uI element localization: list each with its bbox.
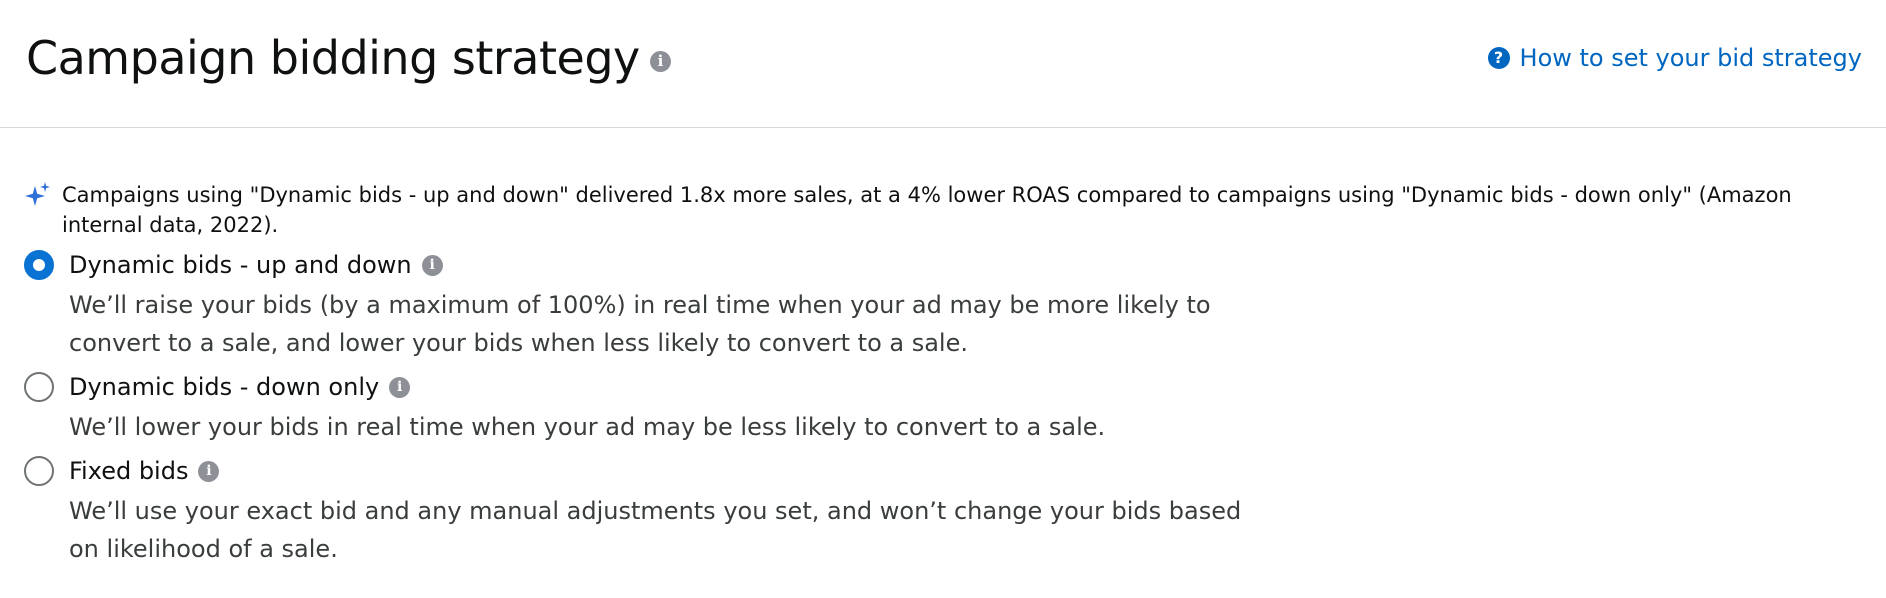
insight-text: Campaigns using "Dynamic bids - up and d… <box>62 183 1792 237</box>
radio-down-only[interactable] <box>24 372 54 402</box>
option-description-line: We’ll lower your bids in real time when … <box>69 413 1106 441</box>
option-description-line: We’ll use your exact bid and any manual … <box>69 497 1242 525</box>
info-icon[interactable]: i <box>198 460 220 482</box>
help-link-bid-strategy[interactable]: ? How to set your bid strategy <box>1487 44 1862 72</box>
help-link-label: How to set your bid strategy <box>1519 44 1862 72</box>
insight-banner: Campaigns using "Dynamic bids - up and d… <box>22 180 1862 240</box>
option-label[interactable]: Dynamic bids - up and down <box>69 250 412 280</box>
option-description-line: convert to a sale, and lower your bids w… <box>69 329 968 357</box>
info-icon[interactable]: i <box>649 50 671 72</box>
question-circle-icon: ? <box>1487 47 1510 69</box>
option-description-line: We’ll raise your bids (by a maximum of 1… <box>69 291 1211 319</box>
page-header: Campaign bidding strategy i ? How to set… <box>0 0 1886 128</box>
option-label[interactable]: Fixed bids <box>69 456 188 486</box>
option-description-line: on likelihood of a sale. <box>69 535 338 563</box>
option-description: We’ll lower your bids in real time when … <box>69 408 1269 446</box>
radio-fixed[interactable] <box>24 456 54 486</box>
option-label[interactable]: Dynamic bids - down only <box>69 372 379 402</box>
radio-up-and-down[interactable] <box>24 250 54 280</box>
info-icon[interactable]: i <box>389 376 411 398</box>
page-title: Campaign bidding strategy <box>26 31 640 85</box>
option-description: We’ll raise your bids (by a maximum of 1… <box>69 286 1269 362</box>
info-icon[interactable]: i <box>421 254 443 276</box>
page-title-wrap: Campaign bidding strategy i <box>26 28 671 88</box>
option-label-wrap: Fixed bids i <box>69 456 220 486</box>
option-label-wrap: Dynamic bids - down only i <box>69 372 411 402</box>
option-description: We’ll use your exact bid and any manual … <box>69 492 1269 568</box>
option-label-wrap: Dynamic bids - up and down i <box>69 250 443 280</box>
sparkle-icon <box>25 182 50 206</box>
